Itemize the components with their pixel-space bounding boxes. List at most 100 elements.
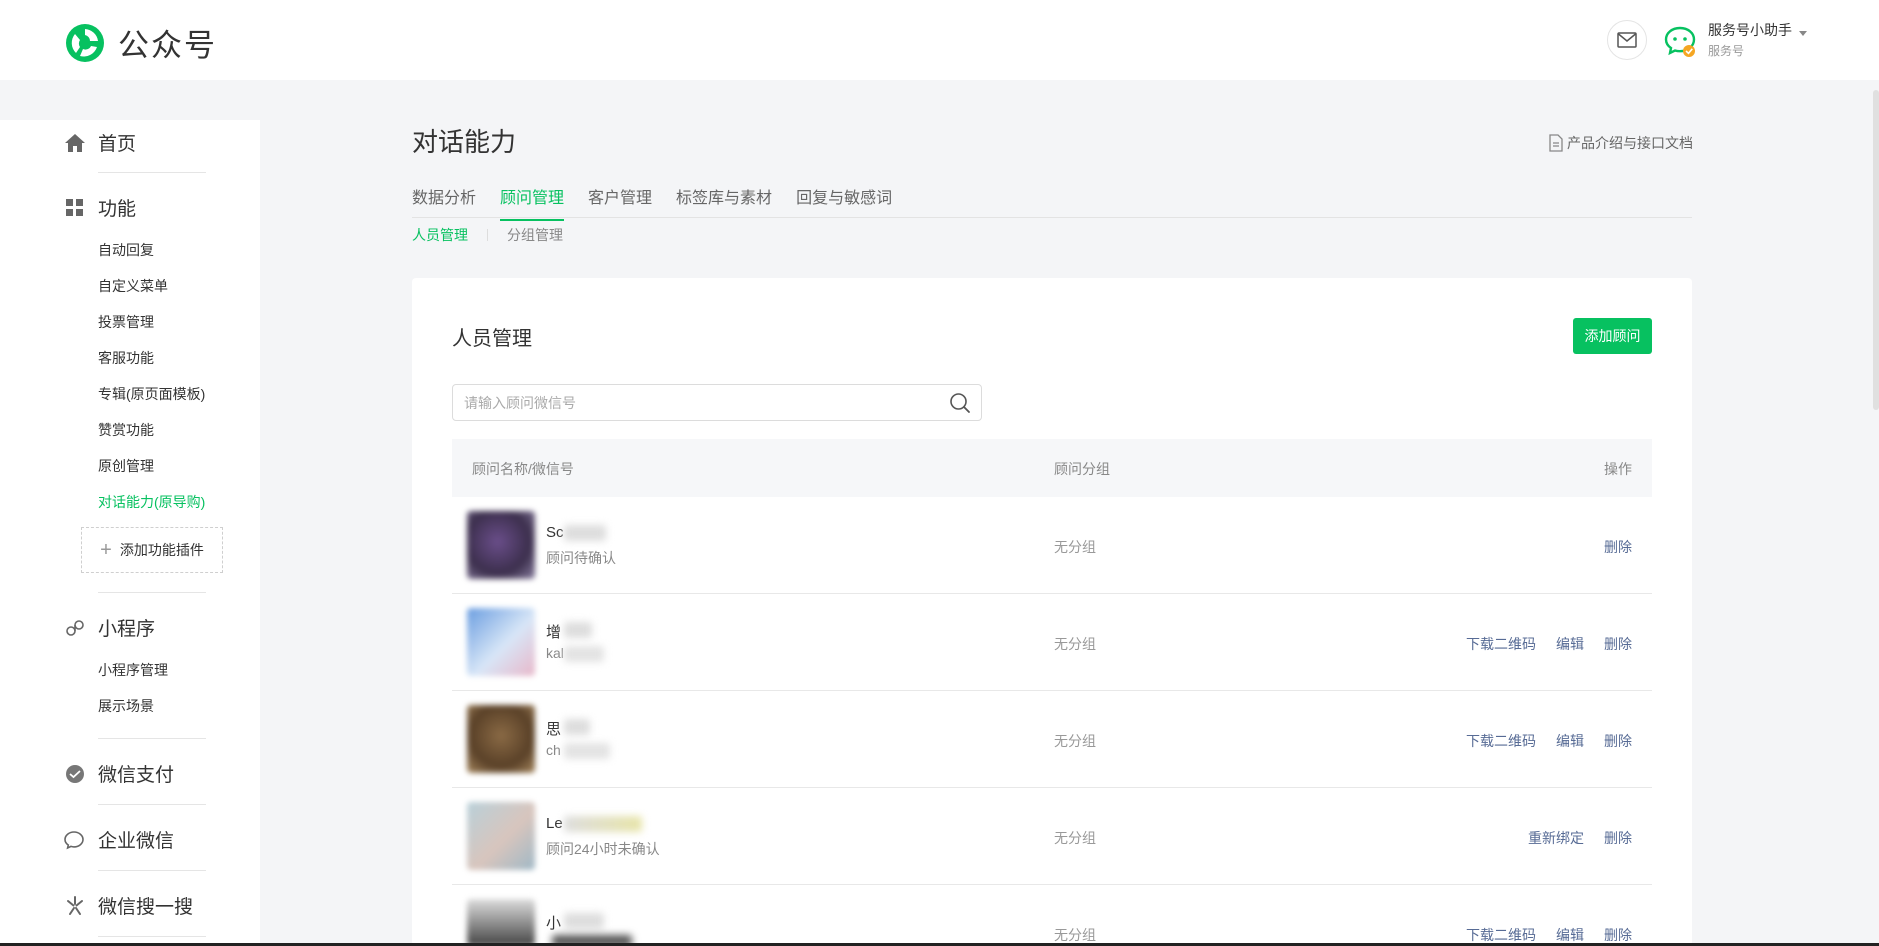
work-wechat-icon bbox=[64, 829, 86, 851]
row-actions: 下载二维码 编辑 删除 bbox=[1446, 731, 1632, 751]
logo[interactable]: 公众号 bbox=[64, 20, 217, 65]
tab-customer-management[interactable]: 客户管理 bbox=[588, 184, 652, 221]
edit-link[interactable]: 编辑 bbox=[1556, 634, 1584, 654]
download-qrcode-link[interactable]: 下载二维码 bbox=[1466, 925, 1536, 945]
sidebar-item-features[interactable]: 功能 bbox=[64, 194, 136, 221]
column-header-actions: 操作 bbox=[1604, 461, 1632, 477]
divider bbox=[98, 870, 206, 871]
tab-advisor-management[interactable]: 顾问管理 bbox=[500, 184, 565, 221]
sidebar-item-original[interactable]: 原创管理 bbox=[98, 456, 154, 476]
sidebar-item-dialog[interactable]: 对话能力(原导购) bbox=[98, 492, 205, 512]
add-advisor-button[interactable]: 添加顾问 bbox=[1573, 318, 1652, 354]
sidebar-item-label: 微信搜一搜 bbox=[98, 897, 194, 918]
document-icon bbox=[1549, 134, 1563, 152]
download-qrcode-link[interactable]: 下载二维码 bbox=[1466, 731, 1536, 751]
table-header: 顾问名称/微信号 顾问分组 操作 bbox=[452, 439, 1652, 497]
sidebar-item-auto-reply[interactable]: 自动回复 bbox=[98, 240, 154, 260]
delete-link[interactable]: 删除 bbox=[1604, 634, 1632, 654]
row-actions: 下载二维码 编辑 删除 bbox=[1446, 634, 1632, 654]
sidebar-item-miniprogram[interactable]: 小程序 bbox=[64, 614, 155, 641]
advisor-name: 增 bbox=[546, 624, 562, 641]
tab-data-analysis[interactable]: 数据分析 bbox=[412, 184, 476, 221]
delete-link[interactable]: 删除 bbox=[1604, 925, 1632, 945]
rebind-link[interactable]: 重新绑定 bbox=[1528, 828, 1584, 848]
avatar bbox=[467, 802, 535, 870]
subtab-staff[interactable]: 人员管理 bbox=[412, 225, 468, 245]
blurred-text bbox=[564, 525, 606, 541]
scrollbar[interactable] bbox=[1873, 90, 1879, 410]
edit-link[interactable]: 编辑 bbox=[1556, 925, 1584, 945]
column-header-name: 顾问名称/微信号 bbox=[472, 461, 574, 477]
sidebar-item-label: 微信支付 bbox=[98, 765, 175, 786]
sidebar-item-label: 小程序 bbox=[98, 619, 156, 640]
tab-tag-library[interactable]: 标签库与素材 bbox=[676, 184, 772, 221]
table-row: Le 顾问24小时未确认 无分组 重新绑定 删除 bbox=[452, 788, 1652, 885]
tab-underline bbox=[412, 217, 1692, 218]
subtab-separator bbox=[487, 229, 488, 241]
sidebar-item-customer-service[interactable]: 客服功能 bbox=[98, 348, 154, 368]
divider bbox=[98, 738, 206, 739]
doc-link[interactable]: 产品介绍与接口文档 bbox=[1549, 133, 1693, 153]
blurred-text bbox=[564, 719, 590, 735]
sidebar-item-wechat-search[interactable]: 微信搜一搜 bbox=[64, 892, 193, 919]
search-box bbox=[452, 384, 982, 421]
avatar bbox=[467, 608, 535, 676]
card-title: 人员管理 bbox=[452, 328, 532, 350]
sidebar-item-album[interactable]: 专辑(原页面模板) bbox=[98, 384, 205, 404]
advisor-group: 无分组 bbox=[1054, 539, 1096, 555]
add-plugin-label: 添加功能插件 bbox=[119, 542, 204, 558]
sidebar-item-label: 功能 bbox=[98, 199, 137, 220]
edit-link[interactable]: 编辑 bbox=[1556, 731, 1584, 751]
advisor-wechat-id: kal bbox=[546, 645, 564, 661]
row-actions: 重新绑定 删除 bbox=[1508, 828, 1632, 848]
add-plugin-button[interactable]: + 添加功能插件 bbox=[81, 527, 223, 573]
divider bbox=[98, 592, 206, 593]
advisor-group: 无分组 bbox=[1054, 830, 1096, 846]
advisor-wechat-id: ch bbox=[546, 742, 561, 758]
sidebar: 首页 功能 自动回复 自定义菜单 投票管理 客服功能 专辑(原页面模板) 赞赏功… bbox=[0, 120, 260, 946]
delete-link[interactable]: 删除 bbox=[1604, 828, 1632, 848]
sidebar-item-wechat-pay[interactable]: 微信支付 bbox=[64, 760, 174, 787]
sidebar-item-display-scene[interactable]: 展示场景 bbox=[98, 696, 154, 716]
advisor-group: 无分组 bbox=[1054, 733, 1096, 749]
advisor-status: 顾问待确认 bbox=[546, 550, 616, 566]
tab-reply-sensitive-words[interactable]: 回复与敏感词 bbox=[796, 184, 892, 221]
subtab-group[interactable]: 分组管理 bbox=[507, 225, 563, 245]
doc-link-label: 产品介绍与接口文档 bbox=[1567, 135, 1693, 151]
miniprogram-icon bbox=[64, 617, 86, 639]
sidebar-item-miniprogram-manage[interactable]: 小程序管理 bbox=[98, 660, 168, 680]
download-qrcode-link[interactable]: 下载二维码 bbox=[1466, 634, 1536, 654]
logo-text: 公众号 bbox=[118, 28, 217, 63]
divider bbox=[98, 804, 206, 805]
delete-link[interactable]: 删除 bbox=[1604, 537, 1632, 557]
blurred-text bbox=[564, 622, 592, 638]
table-row: 小 无分组 下载二维码 编辑 删除 bbox=[452, 885, 1652, 946]
search-input[interactable] bbox=[453, 385, 949, 420]
sidebar-item-custom-menu[interactable]: 自定义菜单 bbox=[98, 276, 168, 296]
sidebar-item-label: 首页 bbox=[98, 134, 137, 155]
sidebar-item-home[interactable]: 首页 bbox=[64, 129, 136, 156]
mail-button[interactable] bbox=[1607, 20, 1647, 60]
tab-bar: 数据分析 顾问管理 客户管理 标签库与素材 回复与敏感词 bbox=[412, 184, 916, 221]
search-icon[interactable] bbox=[949, 392, 971, 414]
wechat-pay-icon bbox=[64, 763, 86, 785]
account-avatar-icon[interactable] bbox=[1663, 24, 1697, 58]
column-header-group: 顾问分组 bbox=[1054, 461, 1110, 477]
sidebar-item-reward[interactable]: 赞赏功能 bbox=[98, 420, 154, 440]
account-name[interactable]: 服务号小助手 bbox=[1708, 20, 1792, 40]
avatar bbox=[467, 705, 535, 773]
sidebar-item-work-wechat[interactable]: 企业微信 bbox=[64, 826, 174, 853]
wechat-official-logo-icon bbox=[66, 23, 104, 62]
table-row: 增 kal 无分组 下载二维码 编辑 删除 bbox=[452, 594, 1652, 691]
delete-link[interactable]: 删除 bbox=[1604, 731, 1632, 751]
table-row: 思 ch 无分组 下载二维码 编辑 删除 bbox=[452, 691, 1652, 788]
advisor-group: 无分组 bbox=[1054, 636, 1096, 652]
advisor-group: 无分组 bbox=[1054, 927, 1096, 943]
row-actions: 下载二维码 编辑 删除 bbox=[1446, 925, 1632, 945]
account-dropdown-caret-icon[interactable] bbox=[1799, 31, 1807, 36]
sidebar-item-vote[interactable]: 投票管理 bbox=[98, 312, 154, 332]
advisor-name: 思 bbox=[546, 721, 562, 738]
staff-card: 人员管理 添加顾问 顾问名称/微信号 顾问分组 操作 Sc 顾问待确认 无分组 … bbox=[412, 278, 1692, 946]
blurred-text bbox=[564, 646, 604, 662]
account-type: 服务号 bbox=[1708, 44, 1745, 58]
